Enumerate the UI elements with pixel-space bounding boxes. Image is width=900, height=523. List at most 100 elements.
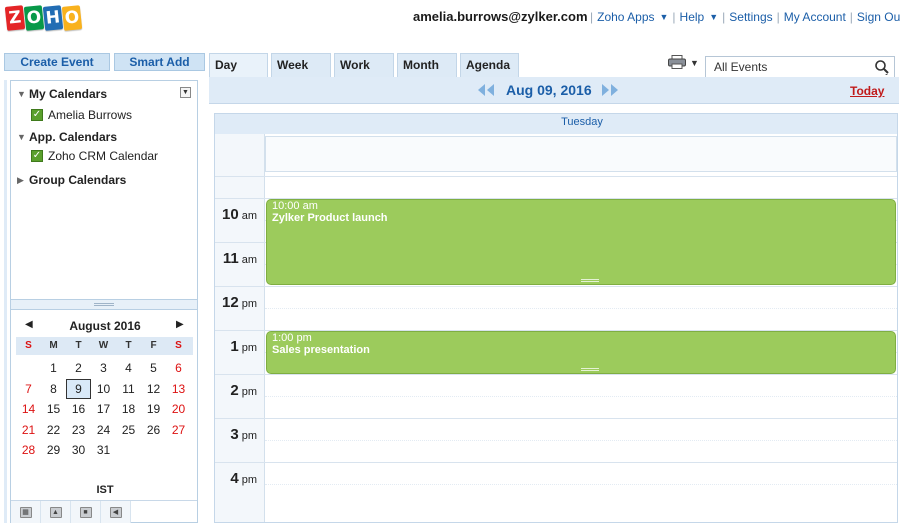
tab-day[interactable]: Day	[209, 53, 268, 79]
mini-calendar-day[interactable]: 9	[66, 378, 91, 399]
hour-number: 12	[222, 294, 239, 311]
hour-ampm: pm	[241, 298, 257, 310]
calendars-options-icon[interactable]: ▼	[180, 87, 191, 98]
splitter-grip-icon[interactable]	[94, 303, 114, 306]
upload-icon: ▲	[49, 506, 62, 518]
hour-number: 10	[222, 206, 239, 223]
mini-calendar-day[interactable]: 18	[116, 399, 141, 420]
app-calendars-group[interactable]: ▼ App. Calendars	[17, 130, 117, 144]
half-hour-line	[265, 396, 897, 397]
calendars-panel: ▼ My Calendars ▼ ✓ Amelia Burrows ▼ App.…	[10, 80, 198, 300]
logo-letter-o2: O	[61, 5, 83, 31]
group-calendars-group[interactable]: ▶ Group Calendars	[17, 173, 126, 187]
mini-calendar-day[interactable]: 13	[166, 379, 191, 400]
mini-calendar-day[interactable]: 10	[91, 379, 116, 400]
smart-add-button[interactable]: Smart Add	[114, 53, 205, 71]
mini-calendar-day[interactable]: 24	[91, 420, 116, 441]
mini-calendar-day[interactable]: 31	[91, 440, 116, 461]
today-link[interactable]: Today	[850, 84, 884, 98]
mini-calendar-day[interactable]: 11	[116, 379, 141, 400]
mini-calendar-day[interactable]: 6	[166, 358, 191, 379]
sign-out-link[interactable]: Sign Out	[857, 10, 900, 24]
mini-calendar-day[interactable]: 22	[41, 420, 66, 441]
settings-link[interactable]: Settings	[729, 10, 772, 24]
hour-ampm: am	[241, 254, 257, 266]
mini-calendar-day[interactable]: 7	[16, 379, 41, 400]
checkbox-checked-icon[interactable]: ✓	[31, 150, 43, 162]
mini-calendar-day[interactable]: 19	[141, 399, 166, 420]
my-calendars-group[interactable]: ▼ My Calendars	[17, 87, 107, 101]
event-filter-input[interactable]	[705, 56, 895, 78]
mini-calendar-day[interactable]: 23	[66, 420, 91, 441]
my-account-link[interactable]: My Account	[784, 10, 846, 24]
chevron-down-icon[interactable]: ▼	[709, 12, 718, 22]
chevron-down-icon[interactable]: ▼	[660, 12, 669, 22]
next-month-icon[interactable]: ▶	[176, 319, 184, 330]
next-day-icon[interactable]	[601, 83, 619, 97]
logo-letter-z: Z	[4, 5, 26, 31]
day-view-grid: Tuesday 10 am 11 am 12 pm 1 pm 2 pm 3 pm 4 pm 10:00 am…	[214, 113, 898, 523]
mini-calendar-day[interactable]: 14	[16, 399, 41, 420]
mini-calendar-day[interactable]: 25	[116, 420, 141, 441]
weekday-label: S	[25, 340, 32, 351]
mini-calendar-day[interactable]: 16	[66, 399, 91, 420]
mini-calendar-day[interactable]: 8	[41, 379, 66, 400]
resize-handle-icon[interactable]	[581, 279, 599, 282]
current-date-title: Aug 09, 2016	[506, 82, 592, 98]
tab-month[interactable]: Month	[397, 53, 457, 78]
mini-calendar-empty	[16, 358, 41, 379]
resize-handle-icon[interactable]	[581, 368, 599, 371]
mini-calendar-day[interactable]: 30	[66, 440, 91, 461]
mini-calendar-day[interactable]: 20	[166, 399, 191, 420]
mini-calendar-day[interactable]: 12	[141, 379, 166, 400]
printer-icon[interactable]	[668, 55, 686, 69]
mini-calendar-day[interactable]: 2	[66, 358, 91, 379]
checkbox-checked-icon[interactable]: ✓	[31, 109, 43, 121]
mini-calendar-day[interactable]: 29	[41, 440, 66, 461]
calendar-event[interactable]: 10:00 am Zylker Product launch	[266, 199, 896, 285]
zoho-apps-menu[interactable]: Zoho Apps	[597, 10, 654, 24]
tasks-tool[interactable]: ■	[71, 501, 101, 523]
create-event-button[interactable]: Create Event	[4, 53, 110, 71]
tab-week[interactable]: Week	[271, 53, 331, 78]
event-title: Zylker Product launch	[272, 212, 388, 224]
search-icon[interactable]	[874, 59, 890, 75]
mini-calendar-day[interactable]: 15	[41, 399, 66, 420]
gutter-line	[215, 242, 265, 243]
chevron-down-icon[interactable]: ▼	[690, 58, 699, 68]
zoho-logo[interactable]: Z O H O	[4, 5, 83, 32]
all-day-area[interactable]	[265, 136, 897, 172]
calendar-view-tool[interactable]: ▦	[11, 501, 41, 523]
mini-calendar-day[interactable]: 27	[166, 420, 191, 441]
mini-calendar-day[interactable]: 17	[91, 399, 116, 420]
mini-calendar-day[interactable]: 4	[116, 358, 141, 379]
expand-down-icon[interactable]: ▼	[17, 89, 29, 99]
upload-tool[interactable]: ▲	[41, 501, 71, 523]
hour-ampm: pm	[241, 342, 257, 354]
hour-line	[265, 462, 897, 463]
mini-calendar-day[interactable]: 1	[41, 358, 66, 379]
expand-right-icon[interactable]: ▶	[17, 175, 29, 186]
tab-agenda[interactable]: Agenda	[460, 53, 519, 78]
calendar-item-crm[interactable]: ✓ Zoho CRM Calendar	[31, 149, 158, 163]
weekday-label: F	[150, 340, 157, 351]
mini-calendar-empty	[141, 440, 166, 461]
help-menu[interactable]: Help	[680, 10, 705, 24]
event-time: 1:00 pm	[272, 332, 312, 344]
mini-calendar-day[interactable]: 26	[141, 420, 166, 441]
calendar-item-amelia[interactable]: ✓ Amelia Burrows	[31, 108, 132, 122]
calendar-event[interactable]: 1:00 pm Sales presentation	[266, 331, 896, 374]
mini-calendar-day[interactable]: 28	[16, 440, 41, 461]
prev-day-icon[interactable]	[477, 83, 495, 97]
gutter-line	[215, 462, 265, 463]
hour-label: 1 pm	[215, 338, 263, 355]
mini-calendar-day[interactable]: 21	[16, 420, 41, 441]
weekday-label: T	[75, 340, 82, 351]
share-tool[interactable]: ◀	[101, 501, 131, 523]
mini-calendar-day[interactable]: 3	[91, 358, 116, 379]
day-column-header: Tuesday	[215, 114, 897, 134]
hour-line	[265, 286, 897, 287]
expand-down-icon[interactable]: ▼	[17, 132, 29, 142]
tab-work[interactable]: Work	[334, 53, 394, 78]
mini-calendar-day[interactable]: 5	[141, 358, 166, 379]
